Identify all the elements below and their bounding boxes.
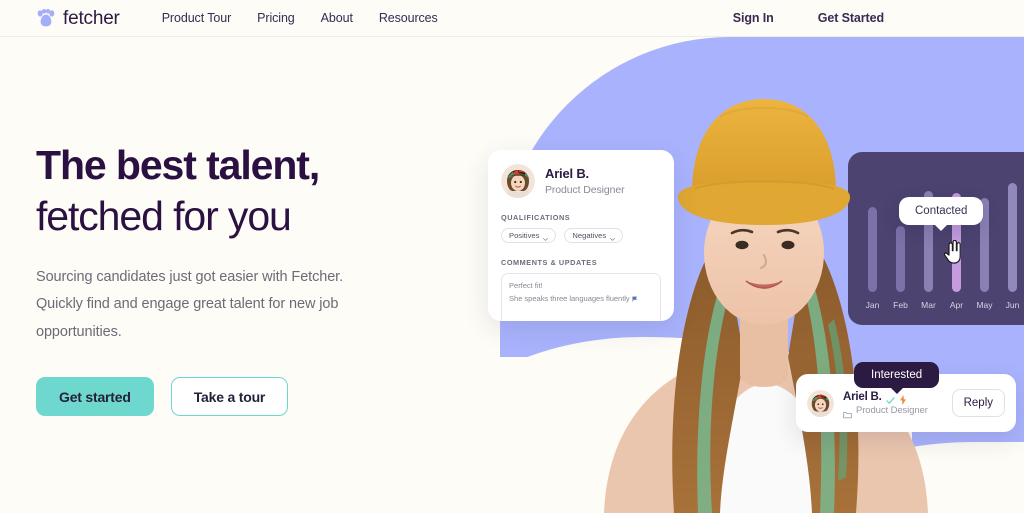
bar-label-jun: Jun bbox=[1005, 300, 1020, 310]
nav-link-resources[interactable]: Resources bbox=[379, 11, 438, 25]
candidate-name: Ariel B. bbox=[545, 166, 589, 182]
bar-label-may: May bbox=[976, 300, 993, 310]
contacted-tooltip: Contacted bbox=[899, 197, 984, 225]
reply-candidate-role: Product Designer bbox=[856, 404, 928, 416]
candidate-card-header: Ariel B. Product Designer bbox=[501, 164, 661, 198]
comment-line-2-text: She speaks three languages fluently bbox=[509, 293, 630, 303]
reply-candidate-name: Ariel B. bbox=[843, 390, 882, 403]
candidate-role: Product Designer bbox=[545, 183, 625, 196]
qualification-chips: Positives Negatives bbox=[501, 228, 661, 243]
positives-label: Positives bbox=[509, 231, 540, 240]
hero-page: fetcher Product Tour Pricing About Resou… bbox=[0, 0, 1024, 513]
bar-label-apr: Apr bbox=[949, 300, 964, 310]
bar-slot-may: May bbox=[976, 174, 993, 310]
primary-nav-links: Product Tour Pricing About Resources bbox=[162, 11, 438, 25]
headline-line-1: The best talent, bbox=[36, 142, 320, 188]
comment-line-2: She speaks three languages fluently bbox=[509, 293, 653, 306]
flag-emoji-icon bbox=[632, 294, 638, 303]
reply-button[interactable]: Reply bbox=[951, 389, 1005, 417]
folder-icon bbox=[843, 406, 852, 419]
nav-link-product-tour[interactable]: Product Tour bbox=[162, 11, 232, 25]
hero-visual: Jan Feb Mar Apr May Jun Contacted Ariel … bbox=[462, 37, 1024, 513]
brand-wordmark: fetcher bbox=[63, 7, 120, 29]
get-started-button[interactable]: Get started bbox=[36, 377, 154, 417]
reply-card-info: Ariel B. Product Designer bbox=[843, 390, 943, 419]
take-a-tour-button[interactable]: Take a tour bbox=[170, 377, 289, 417]
nav-link-pricing[interactable]: Pricing bbox=[257, 11, 295, 25]
reply-role-row: Product Designer bbox=[843, 404, 943, 419]
nav-actions: Sign In Get Started bbox=[733, 11, 884, 25]
headline-line-2: fetched for you bbox=[36, 192, 292, 239]
hero-subtitle: Sourcing candidates just got easier with… bbox=[36, 268, 344, 341]
positives-dropdown[interactable]: Positives bbox=[501, 228, 557, 243]
comments-textarea[interactable]: Perfect fit! She speaks three languages … bbox=[501, 273, 661, 321]
page-title: The best talent, fetched for you bbox=[36, 140, 436, 242]
nav-link-about[interactable]: About bbox=[321, 11, 353, 25]
comment-line-1: Perfect fit! bbox=[509, 281, 543, 290]
avatar bbox=[501, 164, 535, 198]
avatar bbox=[807, 389, 834, 417]
negatives-label: Negatives bbox=[572, 231, 607, 240]
brand-logo[interactable]: fetcher bbox=[36, 9, 120, 28]
paw-icon bbox=[36, 9, 56, 27]
qualifications-label: QUALIFICATIONS bbox=[501, 213, 571, 222]
get-started-link[interactable]: Get Started bbox=[818, 11, 884, 25]
bar-slot-jun: Jun bbox=[1006, 174, 1019, 310]
chevron-down-icon bbox=[610, 234, 616, 241]
chevron-down-icon bbox=[543, 234, 549, 241]
candidate-identity: Ariel B. Product Designer bbox=[545, 166, 625, 195]
comments-updates-label: COMMENTS & UPDATES bbox=[501, 258, 598, 267]
sign-in-link[interactable]: Sign In bbox=[733, 11, 774, 25]
hero-copy: The best talent, fetched for you Sourcin… bbox=[36, 140, 436, 417]
negatives-dropdown[interactable]: Negatives bbox=[564, 228, 624, 243]
candidate-detail-card: Ariel B. Product Designer QUALIFICATIONS… bbox=[488, 150, 674, 321]
bar-slot-apr: Apr bbox=[950, 174, 963, 310]
interested-tooltip: Interested bbox=[854, 362, 940, 388]
pointing-hand-cursor-icon bbox=[943, 239, 963, 264]
hero-cta-row: Get started Take a tour bbox=[36, 377, 436, 417]
bar-jun[interactable] bbox=[1008, 183, 1017, 292]
top-navigation-bar: fetcher Product Tour Pricing About Resou… bbox=[0, 0, 1024, 37]
